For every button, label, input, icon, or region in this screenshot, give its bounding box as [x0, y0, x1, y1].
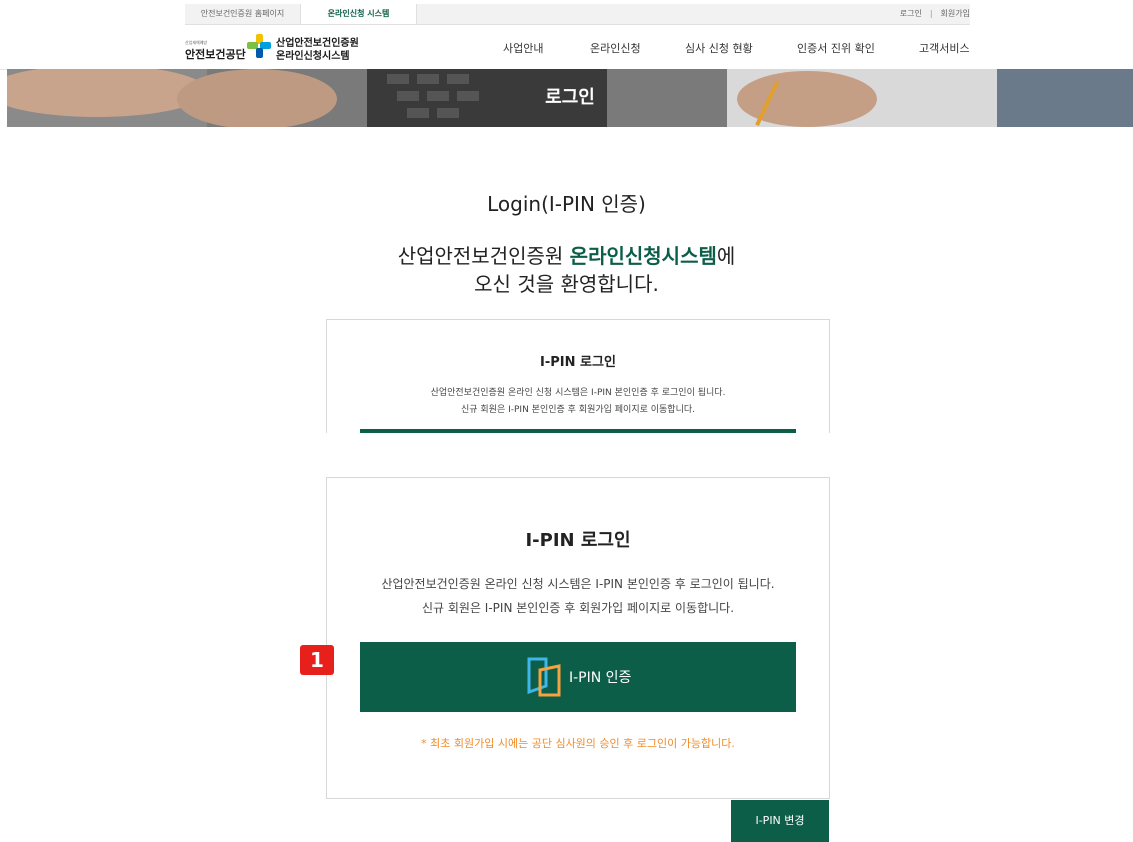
top-utility-bar-inner: 안전보건인증원 홈페이지 온라인신청 시스템 로그인 | 회원가입	[185, 4, 970, 25]
nav-customer-service[interactable]: 고객서비스	[919, 40, 970, 56]
welcome-suffix: 에	[716, 244, 736, 268]
step-marker-badge: 1	[300, 645, 334, 675]
site-header: 산업재해예방 안전보건공단 산업안전보건인증원 온라인신청시스템 사업안내 온라…	[0, 26, 1133, 70]
cross-logo-icon	[247, 34, 271, 58]
nav-online-application[interactable]: 온라인신청	[590, 40, 641, 56]
card-preview-desc1: 산업안전보건인증원 온라인 신청 시스템은 I-PIN 본인인증 후 로그인이 …	[430, 388, 726, 398]
page-banner: 로그인	[7, 69, 1133, 127]
welcome-prefix: 산업안전보건인증원	[397, 244, 570, 268]
welcome-highlight: 온라인신청시스템	[569, 244, 717, 268]
logo-org-name: 안전보건공단	[185, 48, 246, 61]
ipin-icon	[527, 657, 561, 697]
welcome-line2: 오신 것을 환영합니다.	[474, 272, 659, 296]
ipin-change-button[interactable]: I-PIN 변경	[731, 800, 829, 842]
banner-title: 로그인	[545, 87, 595, 108]
ipin-auth-button-label: I-PIN 인증	[569, 670, 632, 686]
nav-business-info[interactable]: 사업안내	[503, 40, 543, 56]
signup-approval-notice: * 최초 회원가입 시에는 공단 심사원의 승인 후 로그인이 가능합니다.	[421, 737, 735, 750]
online-system-tab[interactable]: 온라인신청 시스템	[300, 4, 417, 24]
ipin-login-card: I-PIN 로그인 산업안전보건인증원 온라인 신청 시스템은 I-PIN 본인…	[326, 477, 830, 799]
card-desc2: 신규 회원은 I-PIN 본인인증 후 회원가입 페이지로 이동합니다.	[421, 601, 735, 615]
signup-link[interactable]: 회원가입	[941, 4, 970, 24]
welcome-line1: 산업안전보건인증원 온라인신청시스템에	[0, 240, 1133, 269]
nav-certificate-verify[interactable]: 인증서 진위 확인	[797, 40, 875, 56]
utility-separator: |	[929, 9, 933, 18]
logo-system-line2: 온라인신청시스템	[276, 51, 350, 62]
card-title: I-PIN 로그인	[525, 530, 631, 551]
ipin-login-card-preview: I-PIN 로그인 산업안전보건인증원 온라인 신청 시스템은 I-PIN 본인…	[326, 319, 830, 433]
card-preview-desc2: 신규 회원은 I-PIN 본인인증 후 회원가입 페이지로 이동합니다.	[460, 405, 696, 415]
nav-review-status[interactable]: 심사 신청 현황	[685, 40, 753, 56]
top-utility-bar: 안전보건인증원 홈페이지 온라인신청 시스템 로그인 | 회원가입	[0, 0, 1133, 26]
utility-links: 로그인 | 회원가입	[900, 4, 970, 24]
card-preview-button-edge	[360, 429, 796, 433]
card-preview-title: I-PIN 로그인	[540, 355, 616, 370]
login-link[interactable]: 로그인	[900, 4, 922, 24]
login-title: Login(I-PIN 인증)	[487, 192, 646, 216]
homepage-link[interactable]: 안전보건인증원 홈페이지	[185, 4, 300, 24]
ipin-auth-button[interactable]: I-PIN 인증	[360, 642, 796, 712]
card-desc1: 산업안전보건인증원 온라인 신청 시스템은 I-PIN 본인인증 후 로그인이 …	[381, 577, 775, 591]
